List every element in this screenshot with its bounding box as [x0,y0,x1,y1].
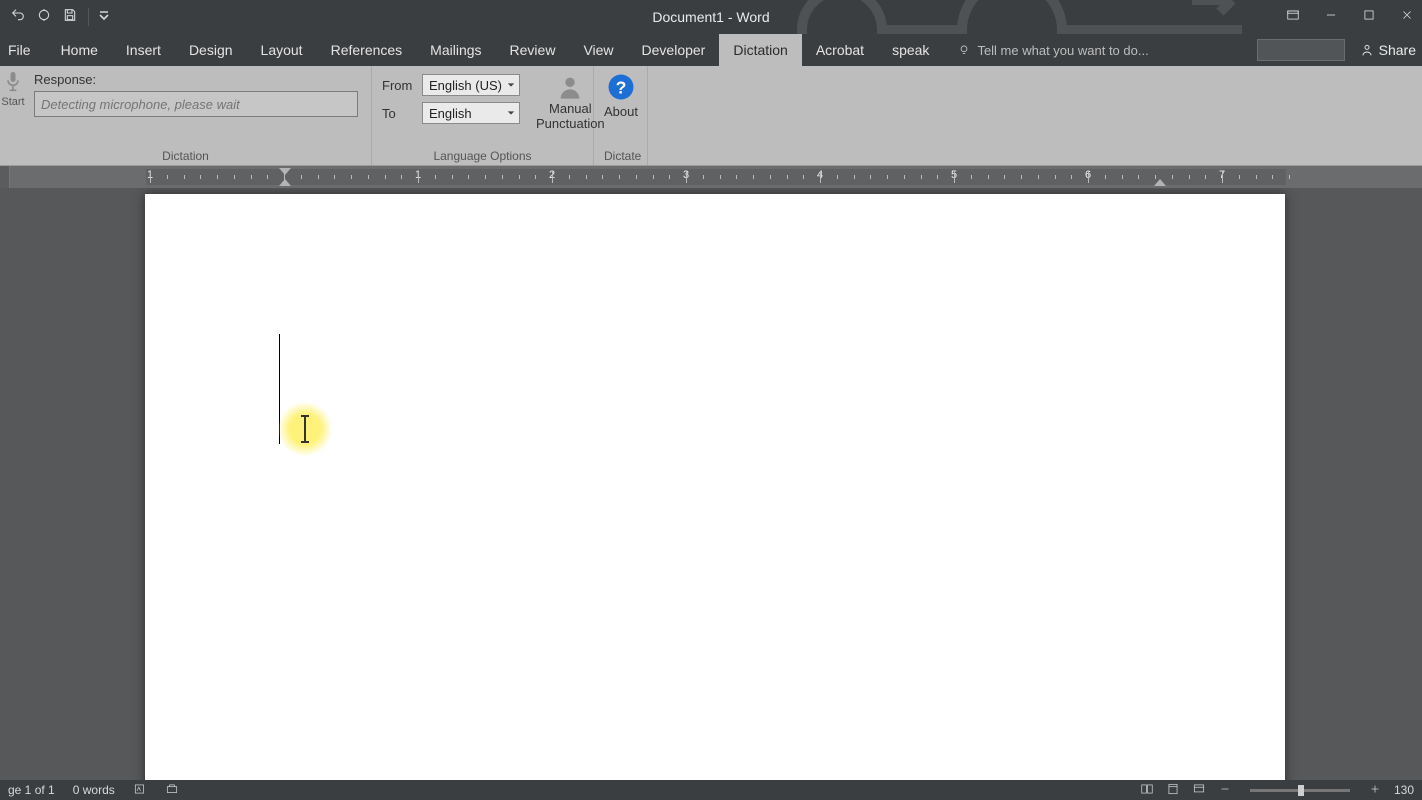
titlebar: Document1 - Word [0,0,1422,34]
qat-separator [88,8,89,26]
zoom-level[interactable]: 130 [1394,783,1414,797]
status-page[interactable]: ge 1 of 1 [8,783,55,797]
status-macro-button[interactable] [165,782,179,799]
tab-review[interactable]: Review [496,34,570,66]
from-language-dropdown[interactable]: English (US) [422,74,520,96]
tab-references[interactable]: References [317,34,417,66]
ribbon-group-dictation: Start Response: Dictation [0,66,372,165]
header-search-input[interactable] [1257,39,1345,61]
lightbulb-icon [957,43,971,57]
tab-mailings[interactable]: Mailings [416,34,495,66]
titlebar-decoration [762,0,1262,34]
tab-file[interactable]: File [0,34,47,66]
manual-punctuation-label1: Manual [549,102,592,117]
response-input[interactable] [34,91,358,117]
qat-customize-button[interactable] [99,8,109,26]
from-language-value: English (US) [429,78,502,93]
quick-access-toolbar [0,0,109,34]
chevron-down-icon [507,81,515,89]
ribbon: Start Response: Dictation From English (… [0,66,1422,166]
status-word-count[interactable]: 0 words [73,783,115,797]
horizontal-ruler[interactable]: 1 1 2 3 4 5 6 7 [10,166,1422,188]
view-web-layout-button[interactable] [1192,782,1206,799]
close-button[interactable] [1400,8,1414,27]
zoom-slider[interactable] [1250,789,1350,792]
view-print-layout-button[interactable] [1166,782,1180,799]
tab-home[interactable]: Home [47,34,112,66]
tab-speak[interactable]: speak [878,34,943,66]
window-controls [1286,8,1422,27]
person-icon [556,72,584,102]
tab-view[interactable]: View [569,34,627,66]
window-title: Document1 - Word [0,9,1422,25]
statusbar: ge 1 of 1 0 words 130 [0,780,1422,800]
document-area[interactable] [0,188,1422,780]
response-label: Response: [34,72,358,87]
text-caret [279,334,280,444]
tell-me-placeholder: Tell me what you want to do... [977,43,1148,58]
chevron-down-icon [507,109,515,117]
tab-layout[interactable]: Layout [247,34,317,66]
right-indent-marker[interactable] [1154,179,1166,186]
about-label: About [604,104,638,119]
undo-button[interactable] [10,7,26,28]
save-button[interactable] [62,7,78,28]
to-language-dropdown[interactable]: English [422,102,520,124]
ribbon-group-language-options: From English (US) To English Manual [372,66,594,165]
zoom-out-button[interactable] [1218,782,1232,799]
help-icon: ? [606,72,636,102]
left-indent-marker[interactable] [279,179,291,186]
share-button[interactable]: Share [1359,42,1416,58]
tabbar-right: Share [1257,34,1422,66]
tab-dictation[interactable]: Dictation [719,34,801,66]
tab-acrobat[interactable]: Acrobat [802,34,878,66]
status-spellcheck-button[interactable] [133,782,147,799]
tab-developer[interactable]: Developer [628,34,720,66]
tab-design[interactable]: Design [175,34,247,66]
first-line-indent-marker[interactable] [279,168,291,175]
tab-insert[interactable]: Insert [112,34,175,66]
to-language-value: English [429,106,472,121]
about-button[interactable]: ? About [604,72,638,119]
redo-button[interactable] [36,7,52,28]
group-label-dictate: Dictate [604,147,637,163]
microphone-icon [3,70,23,94]
minimize-button[interactable] [1324,8,1338,27]
ruler: 1 1 2 3 4 5 6 7 [0,166,1422,188]
dictation-start-button[interactable]: Start [0,70,26,108]
maximize-button[interactable] [1362,8,1376,27]
tell-me-search[interactable]: Tell me what you want to do... [957,34,1148,66]
ruler-corner [0,166,10,188]
svg-text:?: ? [616,77,627,97]
dictation-start-label: Start [1,96,24,108]
document-page[interactable] [145,194,1285,780]
from-label: From [382,78,416,93]
ribbon-group-dictate: ? About Dictate [594,66,648,165]
group-label-language: Language Options [382,147,583,163]
ribbon-display-options-button[interactable] [1286,8,1300,27]
share-icon [1359,42,1375,58]
group-label-dictation: Dictation [10,147,361,163]
view-read-mode-button[interactable] [1140,782,1154,799]
ribbon-tabbar: File Home Insert Design Layout Reference… [0,34,1422,66]
to-label: To [382,106,416,121]
share-label: Share [1379,42,1416,58]
zoom-in-button[interactable] [1368,782,1382,799]
